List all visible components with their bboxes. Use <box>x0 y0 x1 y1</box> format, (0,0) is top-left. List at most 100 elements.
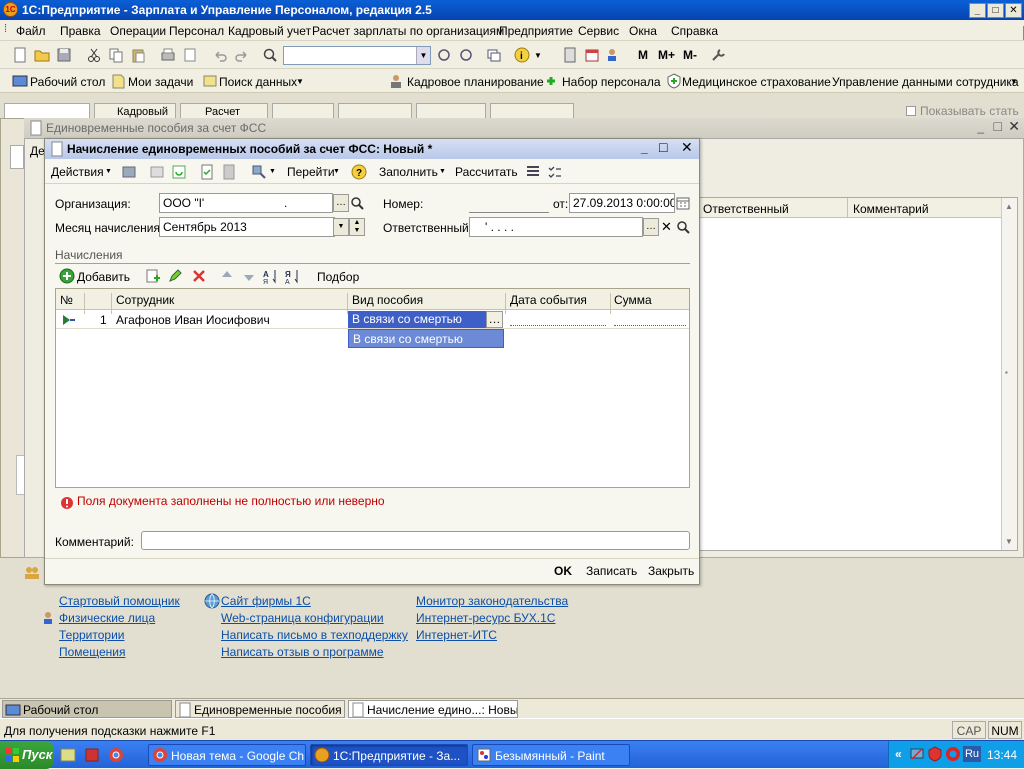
maximize-button[interactable]: □ <box>987 3 1004 18</box>
copy-row-icon[interactable] <box>149 164 165 180</box>
print-icon[interactable] <box>160 47 176 63</box>
col-benefit-type[interactable]: Вид пособия <box>352 293 423 307</box>
sum-cell[interactable] <box>614 325 686 326</box>
bg-col-responsible[interactable]: Ответственный <box>703 202 789 216</box>
comment-field[interactable] <box>141 531 690 550</box>
paste-icon[interactable] <box>130 47 146 63</box>
add-button[interactable]: Добавить <box>77 270 130 284</box>
copy-row-icon[interactable] <box>145 268 161 284</box>
list-view-icon[interactable] <box>525 164 541 180</box>
link-start-assistant[interactable]: Стартовый помощник <box>59 594 180 608</box>
unpost-icon[interactable] <box>221 164 237 180</box>
close-dialog-button[interactable]: Закрыть <box>648 564 694 578</box>
opera-icon[interactable] <box>945 746 961 762</box>
bg-window-tab[interactable]: Де <box>30 144 45 158</box>
language-indicator[interactable]: Ru <box>963 746 981 762</box>
start-button[interactable]: Пуск <box>0 741 54 769</box>
bg-maximize-button[interactable]: □ <box>994 118 1002 134</box>
quick-search-input[interactable]: ▼ <box>283 46 431 65</box>
bg-scrollbar[interactable]: ▲ ▪ ▼ <box>1001 198 1017 550</box>
dialog-close-button[interactable]: ✕ <box>681 139 693 156</box>
table-row[interactable]: 1 Агафонов Иван Иосифович В связи со сме… <box>56 310 689 329</box>
search-icon[interactable] <box>349 195 365 211</box>
bg-col-comment[interactable]: Комментарий <box>853 202 929 216</box>
tray-expand-icon[interactable]: « <box>895 747 902 761</box>
month-field[interactable]: Сентябрь 2013 <box>159 217 335 237</box>
close-button[interactable]: ✕ <box>1005 3 1022 18</box>
org-select-button[interactable]: … <box>333 194 349 212</box>
sort-desc-icon[interactable]: ЯА <box>285 268 301 284</box>
chevron-down-icon[interactable]: ▼ <box>1010 77 1018 86</box>
planning-link[interactable]: Кадровое планирование <box>407 75 544 89</box>
show-tabs-checkbox[interactable] <box>906 106 916 116</box>
refresh-icon[interactable] <box>171 164 187 180</box>
chrome-icon[interactable] <box>108 747 124 763</box>
move-down-icon[interactable] <box>241 268 257 284</box>
desktop-link[interactable]: Рабочий стол <box>30 75 105 89</box>
dialog-minimize-button[interactable]: _ <box>641 141 648 155</box>
benefit-type-cell-editor[interactable]: В связи со смертью <box>348 311 486 328</box>
menu-edit[interactable]: Правка <box>60 24 101 38</box>
users-icon[interactable] <box>606 47 622 63</box>
add-icon[interactable] <box>59 268 75 284</box>
menu-windows[interactable]: Окна <box>629 24 657 38</box>
clear-icon[interactable]: ✕ <box>661 219 672 235</box>
event-date-cell[interactable] <box>510 325 606 326</box>
quicklaunch-icon[interactable] <box>60 747 76 763</box>
chevron-down-icon[interactable]: ▼ <box>296 77 304 86</box>
link-individuals[interactable]: Физические лица <box>59 611 155 625</box>
search-icon[interactable] <box>262 47 278 63</box>
taskbar-item-paint[interactable]: Безымянный - Paint <box>472 744 630 766</box>
bg-close-button[interactable]: ✕ <box>1008 118 1020 135</box>
selection-button[interactable]: Подбор <box>317 270 359 284</box>
menu-help[interactable]: Справка <box>671 24 718 38</box>
calculator-icon[interactable] <box>562 47 578 63</box>
calendar-icon[interactable] <box>584 47 600 63</box>
benefit-type-dropdown-option[interactable]: В связи со смертью <box>348 329 504 348</box>
minimize-button[interactable]: _ <box>969 3 986 18</box>
medical-link[interactable]: Медицинское страхование <box>682 75 831 89</box>
responsible-select-button[interactable]: … <box>643 218 659 236</box>
chevron-down-icon[interactable]: ▼ <box>534 51 542 60</box>
menu-hr[interactable]: Кадровый учет <box>228 24 311 38</box>
link-territories[interactable]: Территории <box>59 628 125 642</box>
calendar-icon[interactable] <box>675 195 691 211</box>
org-field[interactable]: ООО "I' . <box>159 193 333 213</box>
window-tab-benefits[interactable]: Единовременные пособия ... <box>175 700 345 718</box>
menu-enterprise[interactable]: Предприятие <box>499 24 573 38</box>
scroll-thumb[interactable]: ▪ <box>1005 368 1008 377</box>
chevron-down-icon[interactable]: ▼ <box>416 47 430 64</box>
link-law-monitor[interactable]: Монитор законодательства <box>416 594 568 608</box>
quicklaunch-icon-2[interactable] <box>84 747 100 763</box>
employee-data-link[interactable]: Управление данными сотрудника <box>832 75 1019 89</box>
info-icon[interactable]: i <box>514 47 530 63</box>
fill-menu[interactable]: Заполнить <box>379 165 438 179</box>
move-up-icon[interactable] <box>219 268 235 284</box>
chevron-down-icon[interactable]: ▼ <box>105 168 112 175</box>
memory-m-button[interactable]: M <box>638 48 648 62</box>
search-icon[interactable] <box>675 219 691 235</box>
goto-menu[interactable]: Перейти <box>287 165 335 179</box>
memory-plus-button[interactable]: M+ <box>658 48 675 62</box>
bg-minimize-button[interactable]: _ <box>977 120 984 134</box>
link-rooms[interactable]: Помещения <box>59 645 125 659</box>
memory-minus-button[interactable]: M- <box>683 48 697 62</box>
edit-pencil-icon[interactable] <box>167 268 183 284</box>
search-prev-icon[interactable] <box>436 47 452 63</box>
add-row-icon[interactable] <box>121 164 137 180</box>
menu-payroll[interactable]: Расчет зарплаты по организациям <box>312 24 504 38</box>
data-search-link[interactable]: Поиск данных <box>219 75 297 89</box>
col-sum[interactable]: Сумма <box>614 293 652 307</box>
help-icon[interactable]: ? <box>351 164 367 180</box>
col-employee[interactable]: Сотрудник <box>116 293 174 307</box>
menu-operations[interactable]: Операции <box>110 24 166 38</box>
month-spinner[interactable]: ▲ ▼ <box>349 218 365 236</box>
cut-icon[interactable] <box>86 47 102 63</box>
network-icon[interactable] <box>909 746 925 762</box>
row-employee[interactable]: Агафонов Иван Иосифович <box>116 313 270 327</box>
windows-icon[interactable] <box>486 47 502 63</box>
chevron-down-icon[interactable]: ▼ <box>333 218 349 236</box>
recruit-link[interactable]: Набор персонала <box>562 75 661 89</box>
chevron-down-icon[interactable]: ▼ <box>333 168 340 175</box>
chevron-down-icon[interactable]: ▼ <box>439 168 446 175</box>
